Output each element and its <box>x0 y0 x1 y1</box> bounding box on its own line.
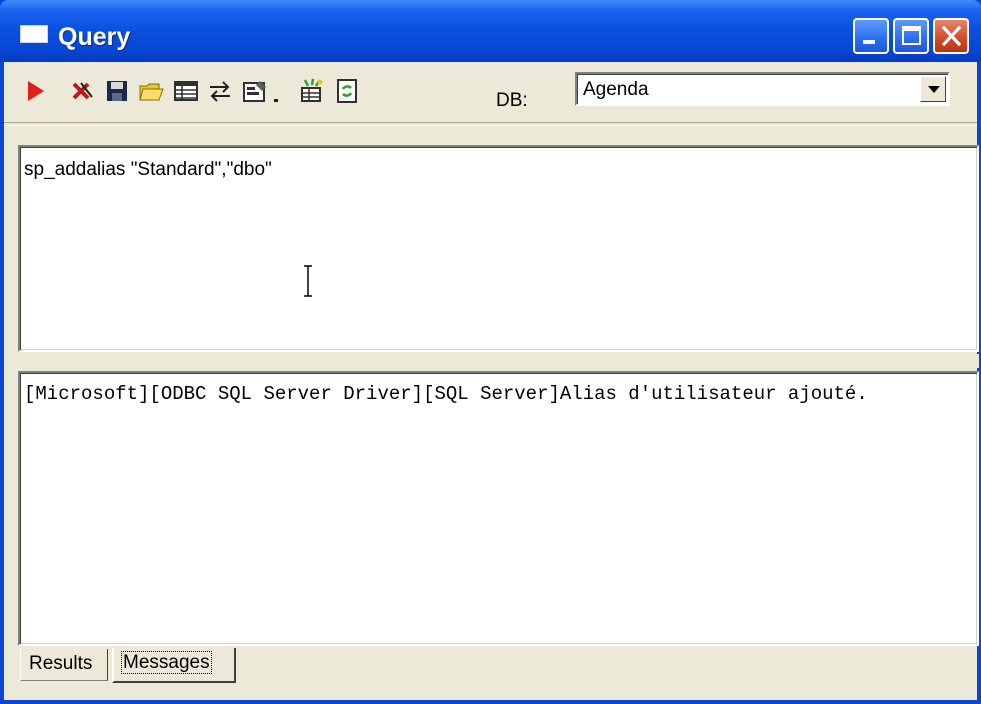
maximize-icon <box>902 26 921 45</box>
title-bar[interactable]: Query <box>0 0 981 62</box>
query-window: Query DB: Agenda sp_addalias "Standard",… <box>0 0 981 704</box>
properties-icon[interactable] <box>241 77 269 105</box>
maximize-button[interactable] <box>893 18 929 54</box>
window-bottom-edge <box>4 686 977 700</box>
tab-results-label: Results <box>29 653 93 674</box>
run-icon[interactable] <box>22 77 50 105</box>
message-text: [Microsoft][ODBC SQL Server Driver][SQL … <box>24 383 868 405</box>
save-icon[interactable] <box>103 77 131 105</box>
window-icon <box>20 25 48 43</box>
tables-icon[interactable] <box>298 77 326 105</box>
close-icon <box>941 25 962 47</box>
tab-messages-label: Messages <box>121 651 212 674</box>
pane-splitter[interactable] <box>18 354 979 368</box>
messages-pane[interactable]: [Microsoft][ODBC SQL Server Driver][SQL … <box>18 371 979 646</box>
open-icon[interactable] <box>137 77 165 105</box>
text-cursor-icon <box>304 265 312 297</box>
refresh-icon[interactable] <box>333 77 361 105</box>
query-text[interactable]: sp_addalias "Standard","dbo" <box>24 159 272 181</box>
tab-messages[interactable]: Messages <box>112 648 236 683</box>
database-select[interactable]: Agenda <box>575 72 950 106</box>
window-title: Query <box>58 23 131 51</box>
results-grid-icon[interactable] <box>172 77 200 105</box>
db-label: DB: <box>496 90 528 111</box>
chevron-down-icon[interactable] <box>920 76 946 102</box>
minimize-icon <box>863 40 875 44</box>
close-button[interactable] <box>933 18 969 54</box>
toolbar-separator <box>4 122 977 126</box>
swap-icon[interactable] <box>206 77 234 105</box>
dropdown-arrow-icon[interactable] <box>271 77 283 105</box>
minimize-button[interactable] <box>853 18 889 54</box>
query-client-area: DB: Agenda sp_addalias "Standard","dbo" … <box>4 62 979 700</box>
toolbar: DB: Agenda <box>4 62 977 122</box>
cancel-query-icon[interactable] <box>68 77 96 105</box>
result-tabs: Results Messages <box>18 648 979 684</box>
database-select-value: Agenda <box>583 79 649 100</box>
query-editor[interactable]: sp_addalias "Standard","dbo" <box>18 145 979 352</box>
tab-results[interactable]: Results <box>20 649 108 681</box>
